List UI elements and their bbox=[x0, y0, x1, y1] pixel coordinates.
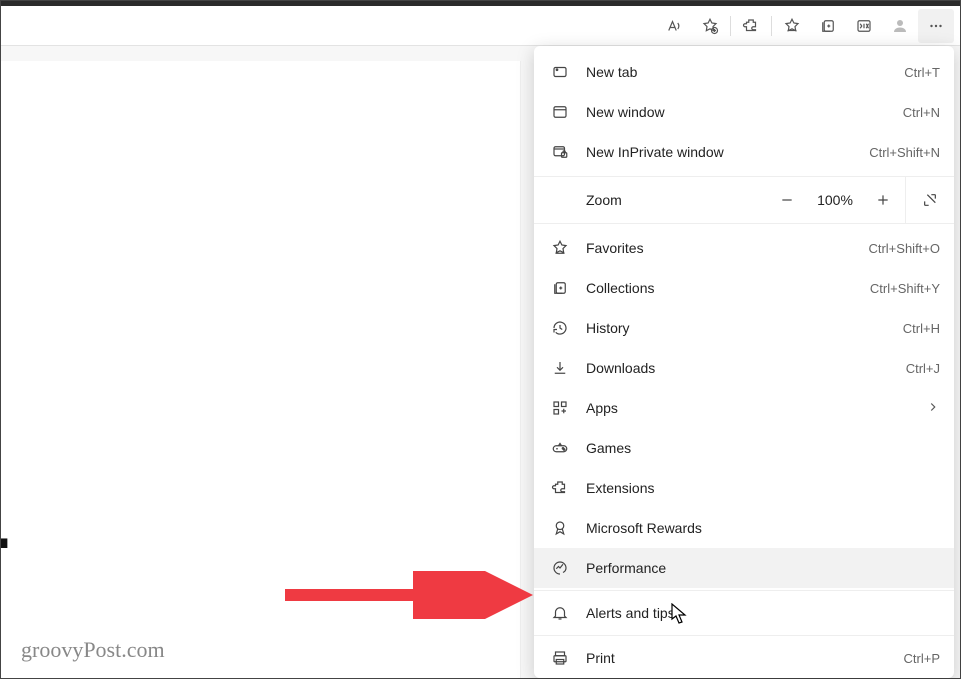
math-solver-icon[interactable] bbox=[846, 9, 882, 43]
menu-performance[interactable]: Performance bbox=[534, 548, 954, 588]
menu-new-inprivate[interactable]: New InPrivate window Ctrl+Shift+N bbox=[534, 132, 954, 172]
add-favorite-icon[interactable] bbox=[692, 9, 728, 43]
profile-icon[interactable] bbox=[882, 9, 918, 43]
menu-shortcut: Ctrl+J bbox=[906, 361, 940, 376]
browser-toolbar bbox=[1, 6, 960, 46]
menu-games[interactable]: Games bbox=[534, 428, 954, 468]
performance-icon bbox=[548, 556, 572, 580]
menu-label: Performance bbox=[586, 560, 940, 576]
page-surface: ted. first bbox=[1, 61, 521, 678]
menu-label: New window bbox=[586, 104, 903, 120]
menu-extensions[interactable]: Extensions bbox=[534, 468, 954, 508]
watermark-text: groovyPost.com bbox=[21, 637, 165, 663]
menu-rewards[interactable]: Microsoft Rewards bbox=[534, 508, 954, 548]
toolbar-separator bbox=[771, 16, 772, 36]
rewards-icon bbox=[548, 516, 572, 540]
more-menu-button[interactable] bbox=[918, 9, 954, 43]
menu-label: Extensions bbox=[586, 480, 940, 496]
headline-line2: first bbox=[1, 581, 11, 623]
menu-label: New tab bbox=[586, 64, 904, 80]
fullscreen-button[interactable] bbox=[906, 176, 954, 224]
menu-label: Games bbox=[586, 440, 940, 456]
menu-shortcut: Ctrl+Shift+Y bbox=[870, 281, 940, 296]
print-icon bbox=[548, 646, 572, 670]
menu-label: Apps bbox=[586, 400, 926, 416]
headline-line1: ted. bbox=[1, 489, 11, 563]
zoom-out-button[interactable] bbox=[765, 176, 809, 224]
bell-icon bbox=[548, 601, 572, 625]
menu-shortcut: Ctrl+T bbox=[904, 65, 940, 80]
menu-new-window[interactable]: New window Ctrl+N bbox=[534, 92, 954, 132]
collections-icon[interactable] bbox=[810, 9, 846, 43]
menu-label: History bbox=[586, 320, 903, 336]
history-icon bbox=[548, 316, 572, 340]
menu-new-tab[interactable]: New tab Ctrl+T bbox=[534, 52, 954, 92]
menu-apps[interactable]: Apps bbox=[534, 388, 954, 428]
games-icon bbox=[548, 436, 572, 460]
menu-label: Microsoft Rewards bbox=[586, 520, 940, 536]
apps-icon bbox=[548, 396, 572, 420]
chevron-right-icon bbox=[926, 400, 940, 417]
new-tab-icon bbox=[548, 60, 572, 84]
menu-shortcut: Ctrl+Shift+N bbox=[869, 145, 940, 160]
menu-label: Alerts and tips bbox=[586, 605, 940, 621]
menu-separator bbox=[534, 635, 954, 636]
extensions-icon bbox=[548, 476, 572, 500]
menu-favorites[interactable]: Favorites Ctrl+Shift+O bbox=[534, 228, 954, 268]
collections-icon bbox=[548, 276, 572, 300]
menu-print[interactable]: Print Ctrl+P bbox=[534, 638, 954, 678]
favorites-icon bbox=[548, 236, 572, 260]
menu-shortcut: Ctrl+N bbox=[903, 105, 940, 120]
page-headline: ted. first bbox=[1, 489, 11, 623]
menu-downloads[interactable]: Downloads Ctrl+J bbox=[534, 348, 954, 388]
menu-shortcut: Ctrl+Shift+O bbox=[868, 241, 940, 256]
menu-label: Collections bbox=[586, 280, 870, 296]
downloads-icon bbox=[548, 356, 572, 380]
zoom-value: 100% bbox=[809, 192, 861, 208]
menu-collections[interactable]: Collections Ctrl+Shift+Y bbox=[534, 268, 954, 308]
favorites-icon[interactable] bbox=[774, 9, 810, 43]
inprivate-icon bbox=[548, 140, 572, 164]
menu-zoom-row: Zoom 100% bbox=[534, 176, 954, 224]
new-window-icon bbox=[548, 100, 572, 124]
zoom-label: Zoom bbox=[586, 192, 765, 208]
zoom-in-button[interactable] bbox=[861, 176, 905, 224]
menu-label: Downloads bbox=[586, 360, 906, 376]
extensions-icon[interactable] bbox=[733, 9, 769, 43]
menu-label: New InPrivate window bbox=[586, 144, 869, 160]
menu-history[interactable]: History Ctrl+H bbox=[534, 308, 954, 348]
read-aloud-icon[interactable] bbox=[656, 9, 692, 43]
menu-label: Favorites bbox=[586, 240, 868, 256]
menu-alerts[interactable]: Alerts and tips bbox=[534, 593, 954, 633]
settings-menu: New tab Ctrl+T New window Ctrl+N New InP… bbox=[534, 46, 954, 678]
menu-shortcut: Ctrl+H bbox=[903, 321, 940, 336]
toolbar-separator bbox=[730, 16, 731, 36]
menu-separator bbox=[534, 590, 954, 591]
menu-shortcut: Ctrl+P bbox=[904, 651, 940, 666]
menu-label: Print bbox=[586, 650, 904, 666]
